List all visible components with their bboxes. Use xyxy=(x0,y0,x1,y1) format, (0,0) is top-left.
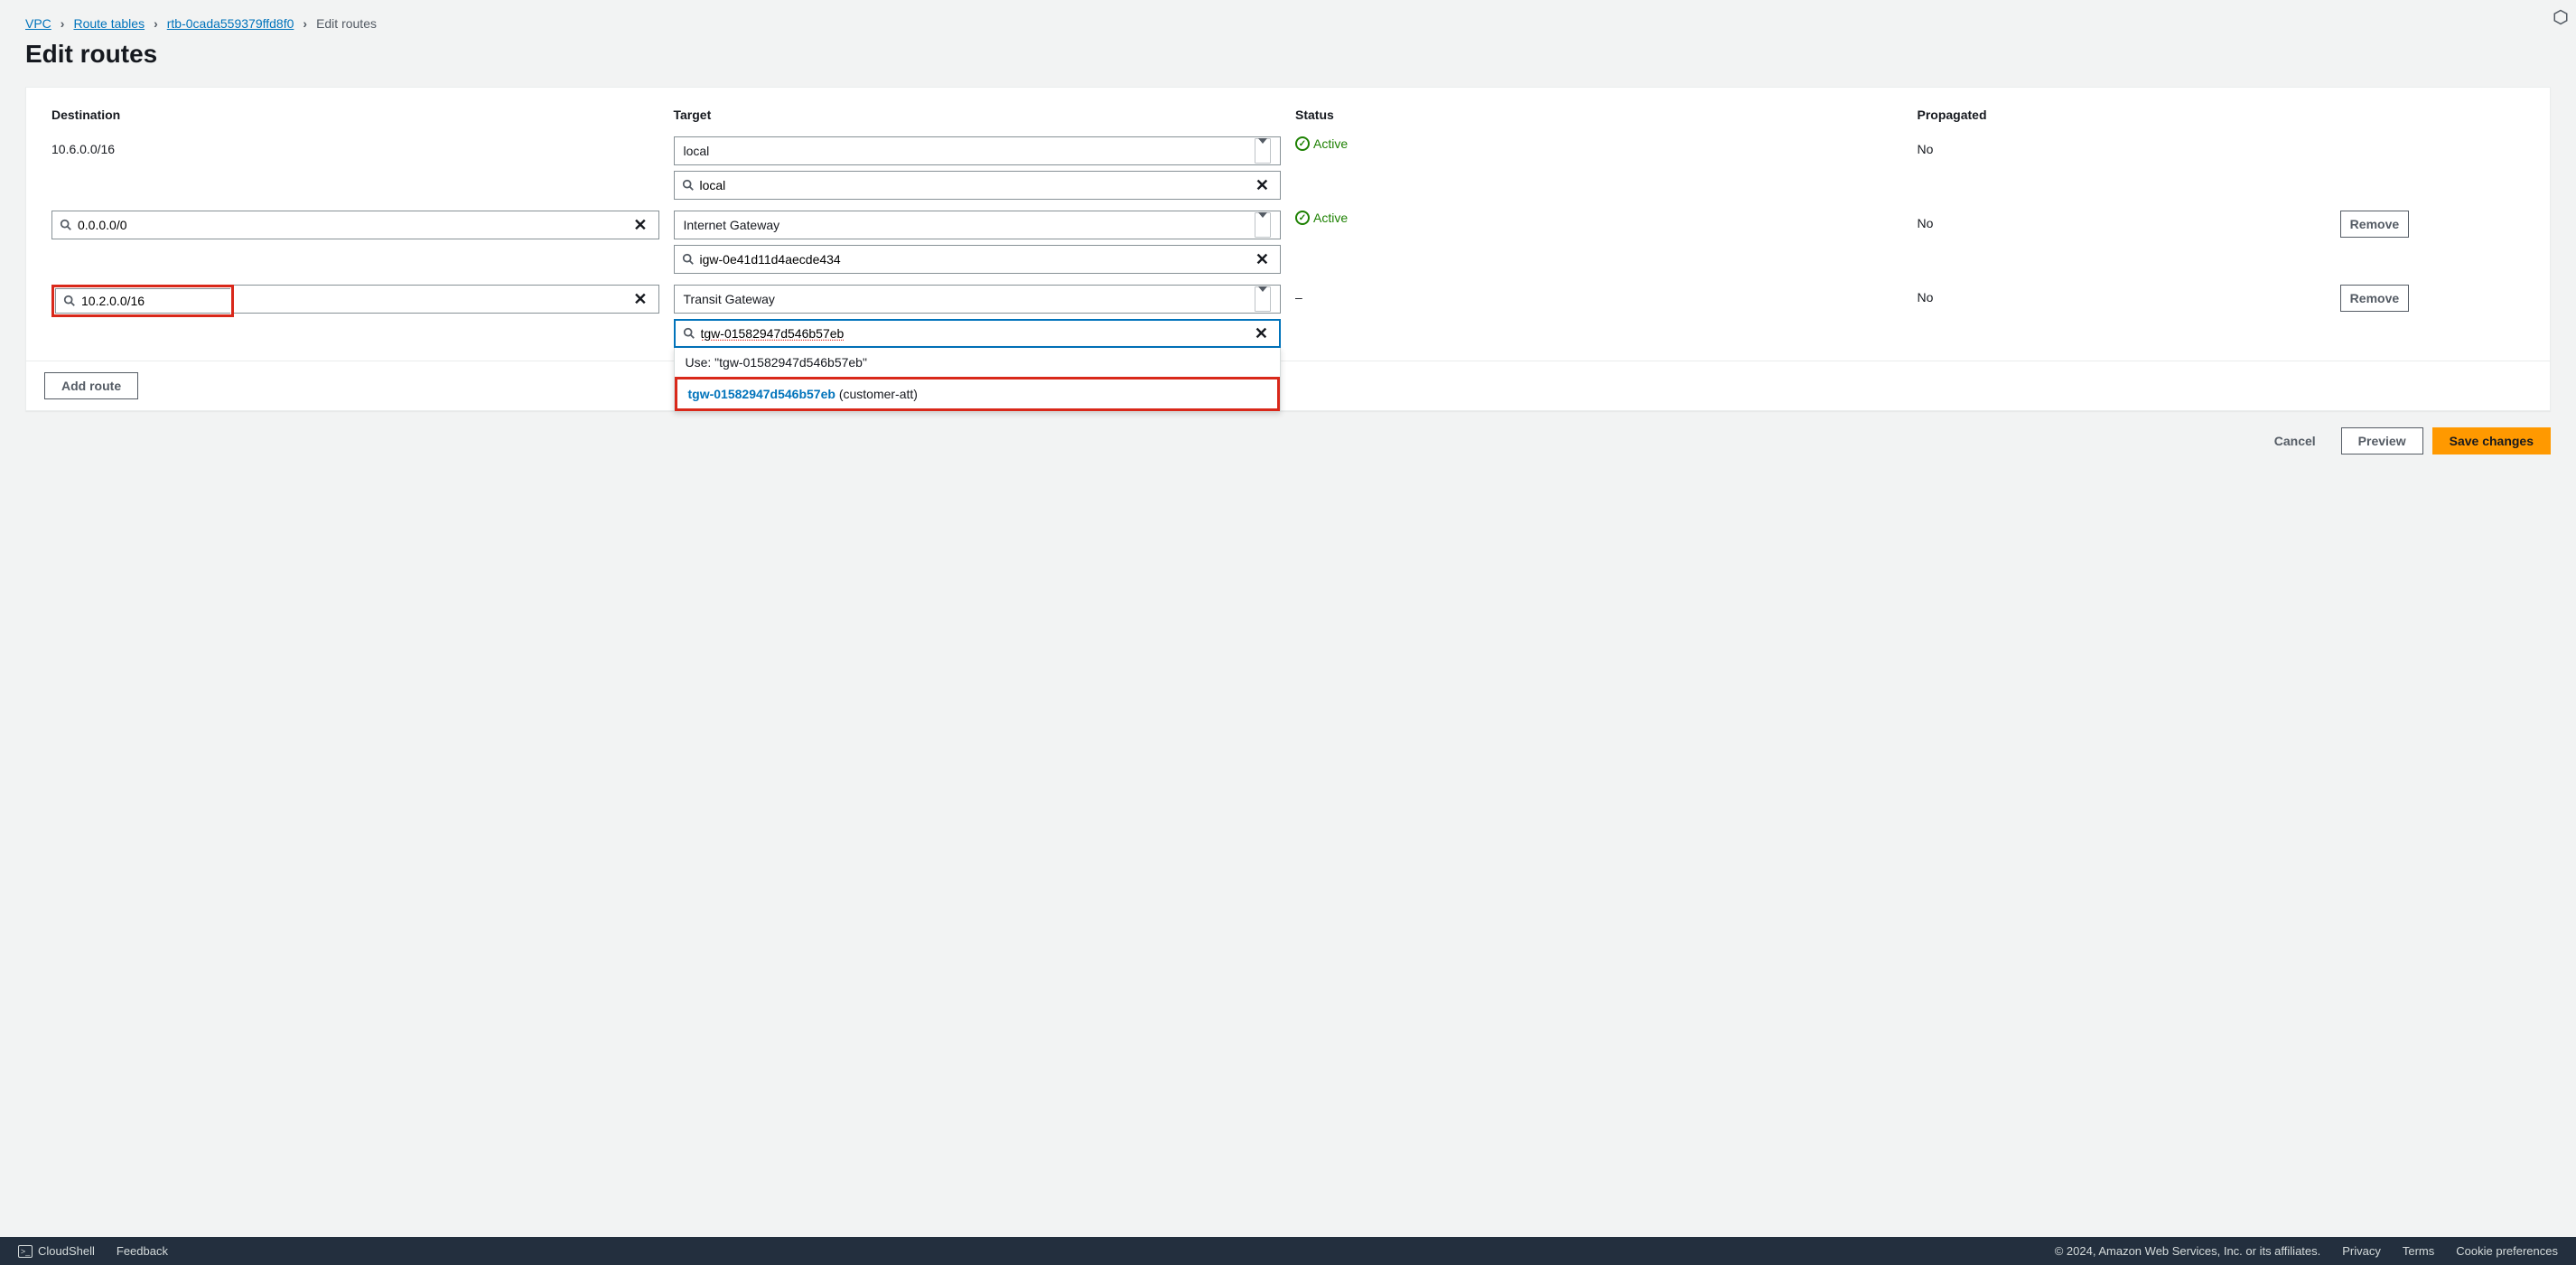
status-badge: ✓ Active xyxy=(1295,211,1903,225)
destination-field[interactable] xyxy=(78,218,624,232)
breadcrumb-link-route-tables[interactable]: Route tables xyxy=(73,16,145,31)
header-destination: Destination xyxy=(44,98,667,131)
cloudshell-icon: >_ xyxy=(18,1245,33,1258)
destination-input-right[interactable]: ✕ xyxy=(234,285,659,314)
hexagon-icon[interactable] xyxy=(2553,9,2569,28)
remove-route-button[interactable]: Remove xyxy=(2340,285,2409,312)
target-filter-field[interactable] xyxy=(700,252,1246,267)
highlight-annotation xyxy=(51,285,234,317)
breadcrumb-link-vpc[interactable]: VPC xyxy=(25,16,51,31)
propagated-value: No xyxy=(1918,211,1934,236)
target-filter-field[interactable] xyxy=(701,326,1246,341)
search-icon xyxy=(63,295,76,307)
status-value: – xyxy=(1295,285,1302,310)
search-icon xyxy=(60,219,72,231)
chevron-right-icon: › xyxy=(303,16,307,31)
breadcrumb: VPC › Route tables › rtb-0cada559379ffd8… xyxy=(25,16,2551,31)
routes-panel: Destination Target Status Propagated 10.… xyxy=(25,87,2551,411)
target-type-select[interactable]: local xyxy=(674,136,1282,165)
add-route-button[interactable]: Add route xyxy=(44,372,138,399)
target-type-label: Transit Gateway xyxy=(684,292,775,306)
action-bar: Cancel Preview Save changes xyxy=(25,427,2551,454)
caret-down-icon xyxy=(1258,286,1267,306)
route-row: 10.6.0.0/16 local xyxy=(44,131,2532,205)
chevron-right-icon: › xyxy=(154,16,158,31)
clear-input-icon[interactable]: ✕ xyxy=(630,216,650,235)
footer-bar: >_ CloudShell Feedback © 2024, Amazon We… xyxy=(0,1237,2576,1265)
search-icon xyxy=(682,253,695,266)
route-row: ✕ Internet Gateway xyxy=(44,205,2532,279)
suggestion-name: (customer-att) xyxy=(835,387,918,401)
target-type-label: local xyxy=(684,144,710,158)
clear-input-icon[interactable]: ✕ xyxy=(1252,250,1273,269)
target-filter-input[interactable]: ✕ xyxy=(674,319,1282,348)
propagated-value: No xyxy=(1918,285,1934,310)
search-icon xyxy=(682,179,695,192)
save-changes-button[interactable]: Save changes xyxy=(2432,427,2551,454)
clear-input-icon[interactable]: ✕ xyxy=(1252,176,1273,195)
chevron-right-icon: › xyxy=(61,16,65,31)
clear-input-icon[interactable]: ✕ xyxy=(1251,324,1272,343)
feedback-link[interactable]: Feedback xyxy=(117,1244,168,1258)
privacy-link[interactable]: Privacy xyxy=(2342,1244,2381,1258)
target-type-label: Internet Gateway xyxy=(684,218,780,232)
search-icon xyxy=(683,327,695,340)
target-type-select[interactable]: Internet Gateway xyxy=(674,211,1282,239)
destination-input[interactable] xyxy=(55,288,230,314)
status-badge: ✓ Active xyxy=(1295,136,1903,151)
target-filter-input[interactable]: ✕ xyxy=(674,171,1282,200)
target-type-select[interactable]: Transit Gateway xyxy=(674,285,1282,314)
terms-link[interactable]: Terms xyxy=(2403,1244,2434,1258)
dropdown-use-literal[interactable]: Use: "tgw-01582947d546b57eb" xyxy=(675,348,1281,377)
breadcrumb-current: Edit routes xyxy=(316,16,377,31)
remove-route-button[interactable]: Remove xyxy=(2340,211,2409,238)
check-circle-icon: ✓ xyxy=(1295,136,1310,151)
caret-down-icon xyxy=(1258,212,1267,232)
header-status: Status xyxy=(1288,98,1910,131)
copyright-text: © 2024, Amazon Web Services, Inc. or its… xyxy=(2055,1244,2321,1258)
dropdown-suggestion[interactable]: tgw-01582947d546b57eb (customer-att) xyxy=(675,377,1281,411)
header-target: Target xyxy=(667,98,1289,131)
destination-input[interactable]: ✕ xyxy=(51,211,659,239)
target-filter-field[interactable] xyxy=(700,178,1246,192)
destination-field[interactable] xyxy=(81,294,245,308)
suggestion-id: tgw-01582947d546b57eb xyxy=(688,387,835,401)
propagated-value: No xyxy=(1918,136,1934,162)
route-row: ✕ Transit Gateway xyxy=(44,279,2532,353)
caret-down-icon xyxy=(1258,138,1267,158)
preview-button[interactable]: Preview xyxy=(2341,427,2423,454)
page-title: Edit routes xyxy=(25,40,2551,69)
routes-table: Destination Target Status Propagated 10.… xyxy=(44,98,2532,353)
clear-input-icon[interactable]: ✕ xyxy=(630,290,650,309)
cookie-preferences-link[interactable]: Cookie preferences xyxy=(2456,1244,2558,1258)
target-suggestions-dropdown: Use: "tgw-01582947d546b57eb" tgw-0158294… xyxy=(674,348,1282,412)
target-filter-input[interactable]: ✕ xyxy=(674,245,1282,274)
breadcrumb-link-rtb-id[interactable]: rtb-0cada559379ffd8f0 xyxy=(167,16,294,31)
cloudshell-button[interactable]: >_ CloudShell xyxy=(18,1244,95,1258)
destination-value: 10.6.0.0/16 xyxy=(51,136,115,162)
header-propagated: Propagated xyxy=(1910,98,2333,131)
check-circle-icon: ✓ xyxy=(1295,211,1310,225)
cancel-button[interactable]: Cancel xyxy=(2258,427,2332,454)
